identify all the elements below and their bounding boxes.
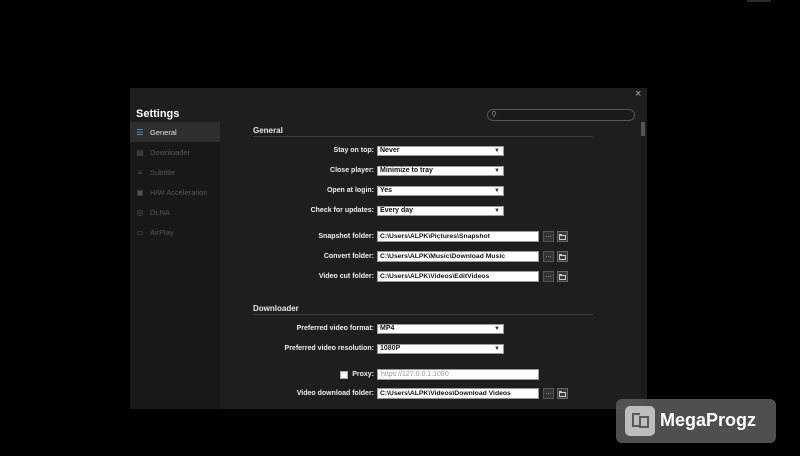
select-value: Never [380,147,400,154]
folder-icon [559,235,566,240]
chevron-down-icon: ▼ [494,148,500,154]
snapshot-folder-label: Snapshot folder: [318,233,374,240]
sidebar-item-general[interactable]: ☰ General [130,122,220,142]
megaprogz-logo-icon [625,406,655,436]
open-folder-button[interactable] [557,388,568,399]
sidebar-item-label: Subtitle [150,167,176,177]
select-value: Every day [380,207,414,214]
select-value: Minimize to tray [380,167,433,174]
close-player-select[interactable]: Minimize to tray ▼ [377,166,504,176]
sidebar-item-airplay[interactable]: ▭ AirPlay [130,222,220,242]
airplay-icon: ▭ [136,227,144,237]
downloader-icon: ▤ [136,147,144,157]
settings-content: General Stay on top: Never ▼ Close player… [220,122,640,409]
chevron-down-icon: ▼ [494,188,500,194]
sidebar-item-label: AirPlay [150,227,174,237]
chevron-down-icon: ▼ [494,326,500,332]
browse-dots-button[interactable]: ... [543,251,554,262]
sidebar-item-label: Downloader [150,147,191,157]
watermark: MegaProgz [616,399,776,443]
video-format-select[interactable]: MP4 ▼ [377,324,504,334]
check-updates-select[interactable]: Every day ▼ [377,206,504,216]
section-divider [253,314,593,315]
stay-on-top-label: Stay on top: [333,147,374,154]
scrollbar-thumb[interactable] [641,122,645,136]
convert-folder-field[interactable]: C:\Users\ALPK\Music\Download Music [377,251,539,262]
check-updates-label: Check for updates: [310,207,374,214]
scrollbar[interactable] [641,122,645,409]
video-resolution-select[interactable]: 1080P ▼ [377,344,504,354]
subtitle-icon: ≡ [137,167,143,177]
proxy-label: Proxy: [352,371,374,378]
sidebar-item-label: H/W Acceleration [150,187,208,197]
sidebar-item-subtitle[interactable]: ≡ Subtitle [130,162,220,182]
settings-dialog: Settings × ⚲ ☰ General ▤ Downloader ≡ Su… [130,88,647,409]
select-value: 1080P [380,345,401,352]
browse-dots-button[interactable]: ... [543,271,554,282]
sidebar-item-label: General [150,127,177,137]
video-cut-folder-field[interactable]: C:\Users\ALPK\Videos\EditVideos [377,271,539,282]
select-value: MP4 [380,325,395,332]
section-divider [253,136,593,137]
open-at-login-label: Open at login: [326,187,374,194]
browse-dots-button[interactable]: ... [543,388,554,399]
folder-icon [559,275,566,280]
chevron-down-icon: ▼ [494,208,500,214]
video-format-label: Preferred video format: [296,325,374,332]
open-folder-button[interactable] [557,251,568,262]
download-folder-field[interactable]: C:\Users\ALPK\Videos\Download Videos [377,388,539,399]
convert-folder-label: Convert folder: [323,253,374,260]
folder-icon [559,392,566,397]
chevron-down-icon: ▼ [494,346,500,352]
open-folder-button[interactable] [557,271,568,282]
sidebar-item-hw-acceleration[interactable]: ▣ H/W Acceleration [130,182,220,202]
section-title-general: General [253,126,283,135]
sidebar-item-downloader[interactable]: ▤ Downloader [130,142,220,162]
window-corner-strip [747,0,771,2]
snapshot-folder-field[interactable]: C:\Users\ALPK\Pictures\Snapshot [377,231,539,242]
sidebar-item-dlna[interactable]: ◎ DLNA [130,202,220,222]
download-folder-label: Video download folder: [296,390,374,397]
settings-sidebar: ☰ General ▤ Downloader ≡ Subtitle ▣ H/W … [130,122,220,409]
search-icon: ⚲ [491,110,497,119]
open-at-login-select[interactable]: Yes ▼ [377,186,504,196]
open-folder-button[interactable] [557,231,568,242]
proxy-input[interactable]: https://127.0.0.1:1080 [377,369,539,380]
sidebar-item-label: DLNA [150,207,171,217]
video-cut-folder-label: Video cut folder: [318,273,374,280]
watermark-text: MegaProgz [660,410,757,430]
dlna-icon: ◎ [136,207,144,217]
stay-on-top-select[interactable]: Never ▼ [377,146,504,156]
video-resolution-label: Preferred video resolution: [284,345,374,352]
dialog-title: Settings [136,108,180,120]
select-value: Yes [380,187,393,194]
browse-dots-button[interactable]: ... [543,231,554,242]
chevron-down-icon: ▼ [494,168,500,174]
close-player-label: Close player: [330,167,374,174]
folder-icon [559,255,566,260]
general-icon: ☰ [136,127,144,137]
search-input[interactable]: ⚲ [487,109,635,121]
close-icon[interactable]: × [635,89,641,100]
section-title-downloader: Downloader [253,304,299,313]
chip-icon: ▣ [136,187,144,197]
